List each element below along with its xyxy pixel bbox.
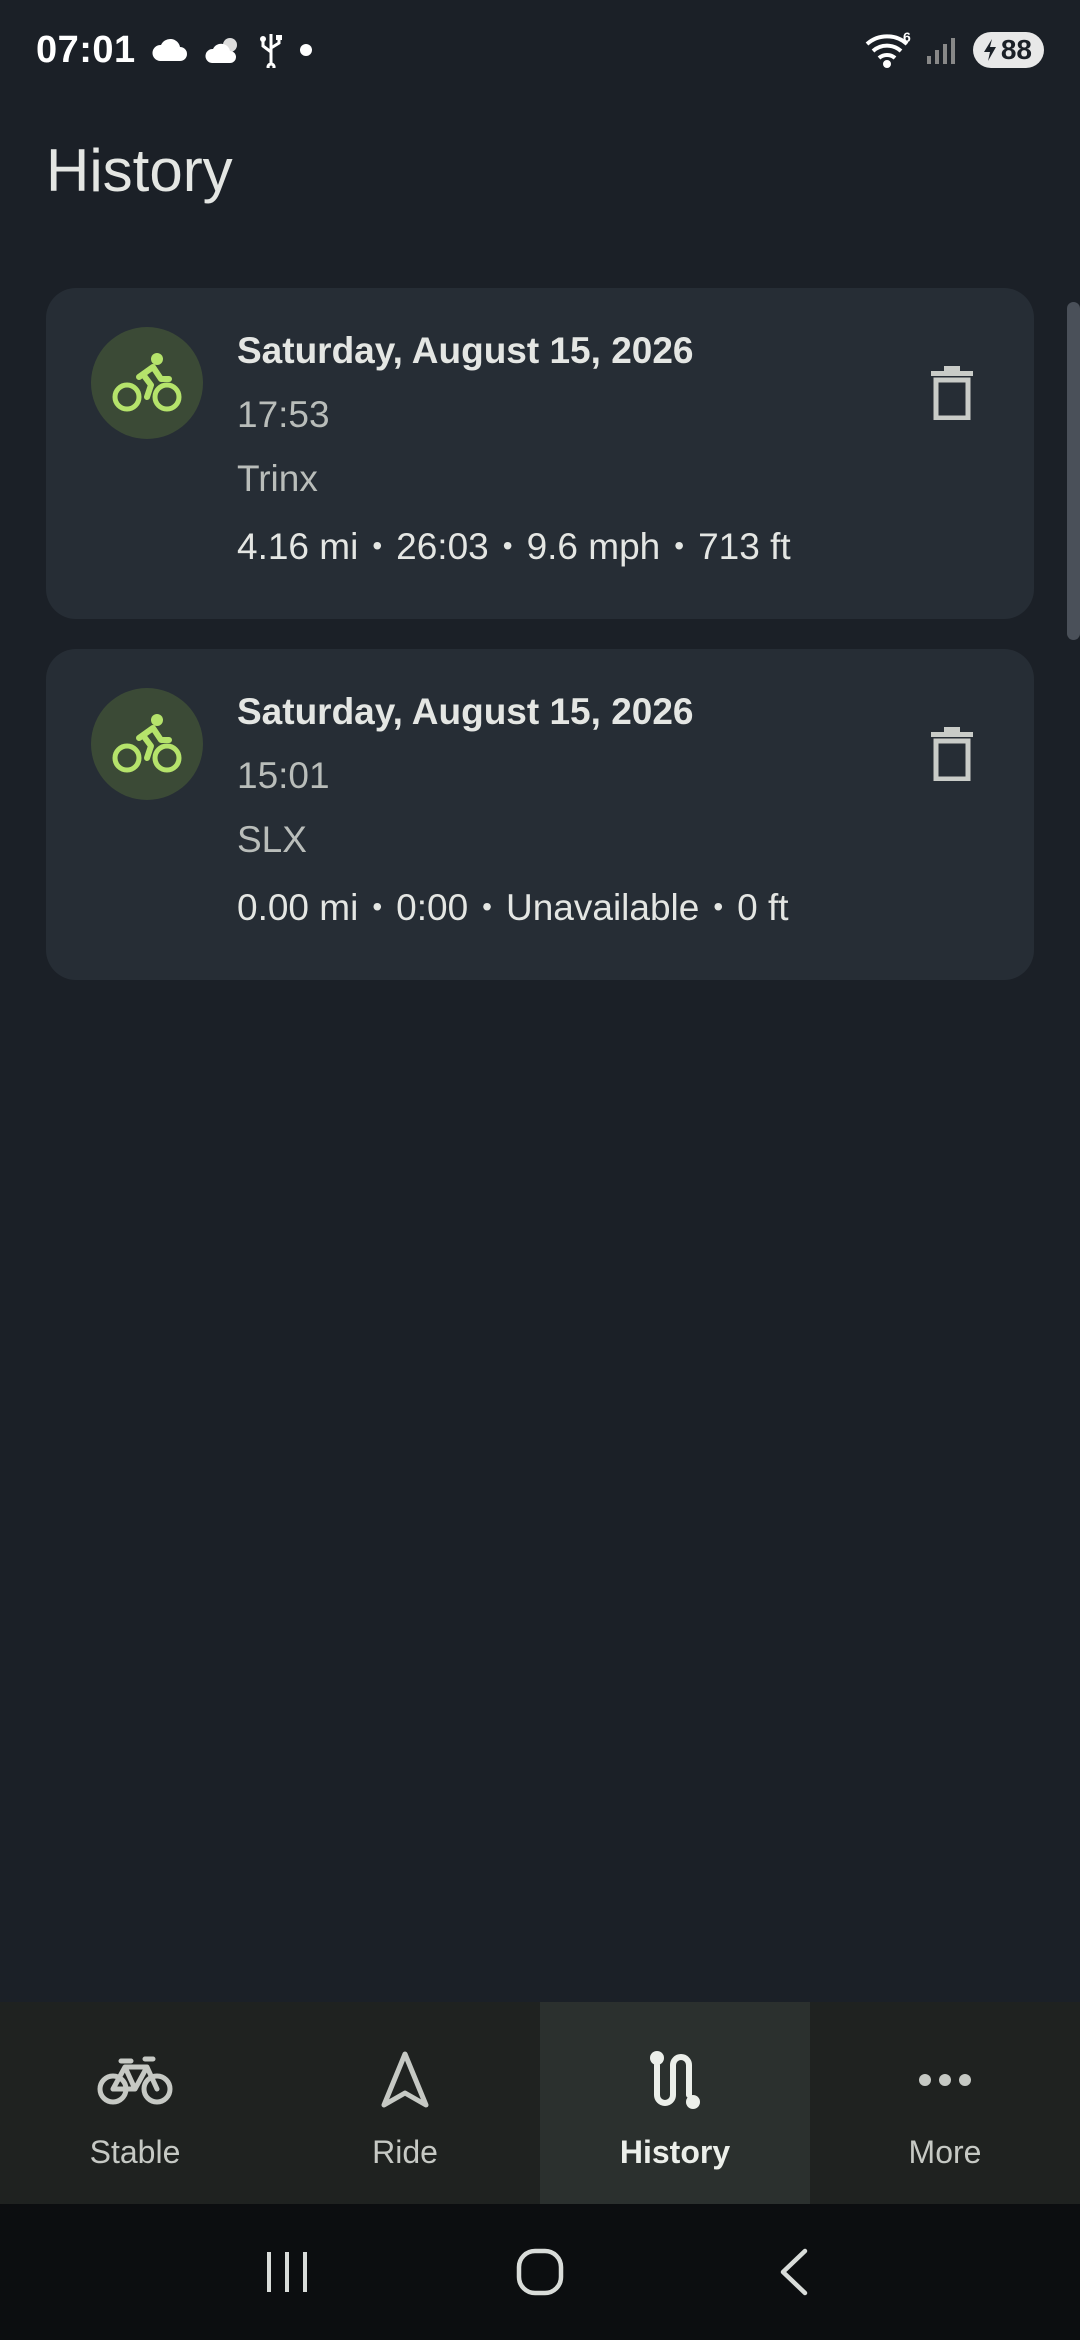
separator-dot: •: [372, 891, 383, 922]
status-clock: 07:01: [36, 28, 136, 71]
more-dots-icon: [905, 2048, 985, 2112]
cyclist-icon: [112, 714, 182, 773]
recent-apps-button[interactable]: [247, 2232, 327, 2312]
trash-icon: [931, 366, 973, 420]
recent-apps-icon: [266, 2252, 307, 2292]
ride-speed: Unavailable: [505, 887, 700, 928]
nav-label-more: More: [908, 2134, 982, 2170]
notification-dot-icon: [298, 42, 314, 58]
battery-indicator: 88: [972, 32, 1044, 68]
ride-speed: 9.6 mph: [526, 526, 661, 567]
battery-level: 88: [1000, 34, 1032, 65]
ride-time: 15:01: [237, 755, 330, 796]
ride-info: Saturday, August 15, 2026 17:53 Trinx 4.…: [237, 326, 897, 575]
ride-time: 17:53: [237, 394, 330, 435]
nav-item-history[interactable]: History: [540, 2002, 810, 2204]
back-button[interactable]: [753, 2232, 833, 2312]
ride-avatar: [91, 327, 203, 439]
delete-ride-button[interactable]: [922, 719, 982, 789]
ride-stats: 4.16 mi • 26:03 • 9.6 mph • 713 ft: [237, 518, 877, 575]
home-icon: [516, 2248, 564, 2296]
status-right: 6 88: [863, 30, 1044, 70]
nav-item-more[interactable]: More: [810, 2002, 1080, 2204]
ride-elevation: 713 ft: [698, 526, 791, 567]
separator-dot: •: [674, 530, 685, 561]
wifi-icon: 6: [863, 30, 913, 70]
ride-duration: 0:00: [396, 887, 469, 928]
ride-avatar: [91, 688, 203, 800]
usb-icon: [258, 32, 284, 68]
partly-sunny-icon: [204, 35, 244, 65]
status-left: 07:01: [36, 29, 314, 72]
trash-icon: [931, 727, 973, 781]
charging-bolt-icon: [983, 39, 996, 61]
back-icon: [781, 2248, 808, 2296]
system-navigation-bar: [0, 2204, 1080, 2340]
cloud-icon: [150, 37, 190, 63]
nav-item-ride[interactable]: Ride: [270, 2002, 540, 2204]
ride-info: Saturday, August 15, 2026 15:01 SLX 0.00…: [237, 687, 897, 936]
ride-date: Saturday, August 15, 2026: [237, 330, 694, 371]
route-icon: [635, 2048, 715, 2112]
ride-card[interactable]: Saturday, August 15, 2026 15:01 SLX 0.00…: [46, 649, 1034, 980]
bottom-navigation: Stable Ride History More: [0, 2002, 1080, 2204]
ride-history-list: Saturday, August 15, 2026 17:53 Trinx 4.…: [46, 288, 1034, 1010]
cell-signal-icon: [925, 34, 961, 66]
ride-date: Saturday, August 15, 2026: [237, 691, 694, 732]
app-root: 07:01 6 88 History Saturday, August 15, …: [0, 0, 1080, 2340]
separator-dot: •: [482, 891, 492, 922]
ride-distance: 4.16 mi: [237, 526, 359, 567]
status-bar: 07:01 6 88: [0, 0, 1080, 100]
navigation-arrow-icon: [365, 2048, 445, 2112]
network-label: 6: [903, 30, 911, 45]
separator-dot: •: [713, 891, 724, 922]
nav-label-stable: Stable: [89, 2134, 181, 2170]
scrollbar-thumb[interactable]: [1067, 302, 1080, 640]
ride-distance: 0.00 mi: [237, 887, 359, 928]
nav-label-history: History: [619, 2134, 731, 2170]
home-button[interactable]: [500, 2232, 580, 2312]
nav-label-ride: Ride: [372, 2134, 438, 2170]
page-title: History: [46, 137, 233, 204]
delete-ride-button[interactable]: [922, 358, 982, 428]
separator-dot: •: [372, 530, 383, 561]
nav-item-stable[interactable]: Stable: [0, 2002, 270, 2204]
ride-card[interactable]: Saturday, August 15, 2026 17:53 Trinx 4.…: [46, 288, 1034, 619]
ride-elevation: 0 ft: [737, 887, 789, 928]
separator-dot: •: [502, 530, 513, 561]
ride-duration: 26:03: [396, 526, 489, 567]
ride-stats: 0.00 mi • 0:00 • Unavailable • 0 ft: [237, 879, 877, 936]
cyclist-icon: [112, 353, 182, 412]
bicycle-icon: [95, 2048, 175, 2112]
ride-bike: SLX: [237, 819, 307, 860]
ride-bike: Trinx: [237, 458, 318, 499]
